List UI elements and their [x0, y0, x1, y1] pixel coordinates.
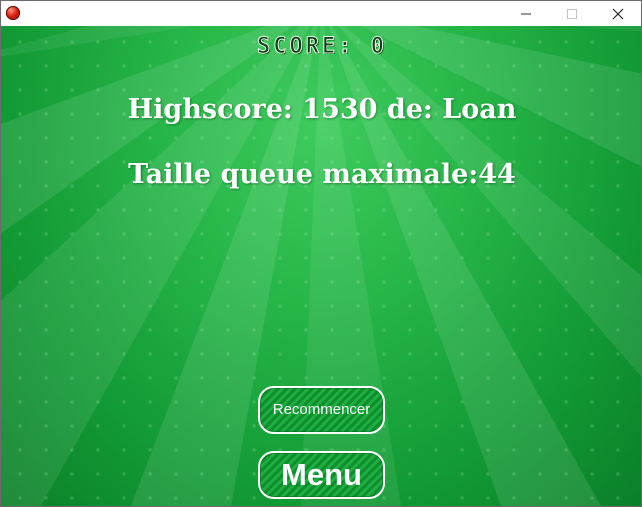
red-ball-icon	[6, 6, 20, 20]
game-screen: SCORE: 0 Highscore: 1530 de: Loan Taille…	[1, 26, 641, 506]
close-icon	[612, 8, 624, 20]
score-display: SCORE: 0	[257, 34, 387, 60]
menu-button[interactable]: Menu	[258, 451, 385, 499]
close-button[interactable]	[595, 1, 641, 26]
restart-button[interactable]: Recommencer	[258, 386, 385, 434]
title-bar[interactable]	[1, 1, 641, 26]
maximize-button	[549, 1, 595, 26]
maximize-icon	[567, 9, 577, 19]
game-window: SCORE: 0 Highscore: 1530 de: Loan Taille…	[0, 0, 642, 507]
minimize-icon	[521, 13, 531, 15]
max-tail-length-text: Taille queue maximale:44	[128, 159, 516, 190]
highscore-text: Highscore: 1530 de: Loan	[127, 94, 517, 125]
minimize-button[interactable]	[503, 1, 549, 26]
